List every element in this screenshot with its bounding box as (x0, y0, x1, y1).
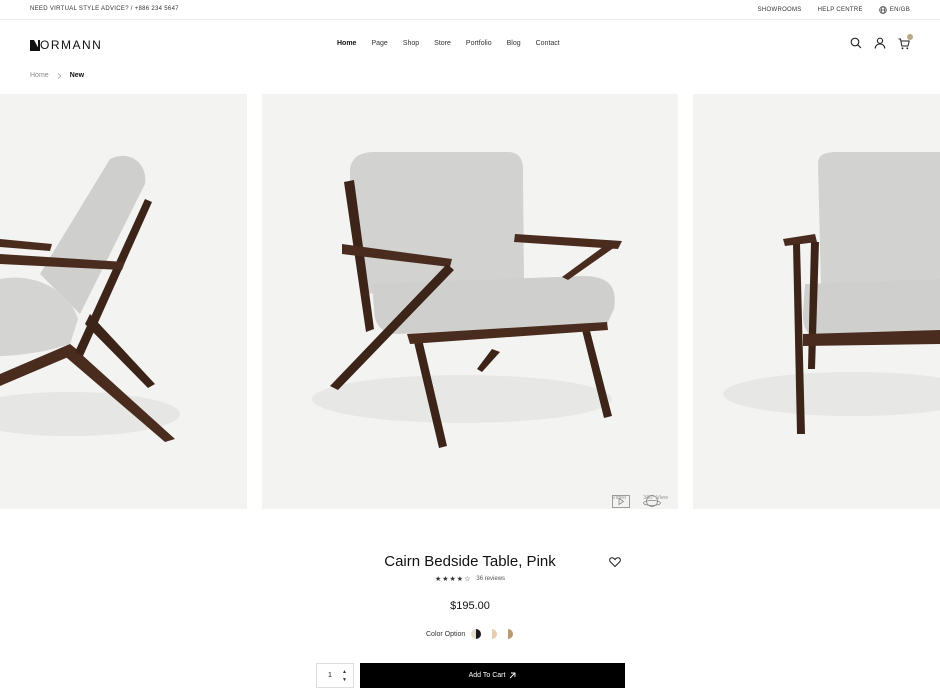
nav-portfolio[interactable]: Portfolio (466, 40, 492, 47)
color-swatch-tan[interactable] (503, 629, 514, 639)
logo[interactable]: ORMANN (30, 38, 102, 52)
play-icon (612, 495, 630, 508)
breadcrumb-current: New (69, 72, 85, 79)
chair-image (312, 152, 622, 448)
star-filled-icon: ★ (434, 576, 442, 583)
chair-image (723, 152, 940, 434)
color-options: Color Option (426, 629, 514, 639)
star-filled-icon: ★ (456, 576, 464, 583)
nav-page[interactable]: Page (371, 40, 387, 47)
star-empty-icon: ☆ (464, 576, 471, 583)
search-icon[interactable] (850, 37, 862, 49)
nav-contact[interactable]: Contact (536, 40, 560, 47)
nav-home[interactable]: Home (337, 40, 356, 47)
quantity-increment-icon[interactable]: ▲ (342, 669, 347, 675)
cart-button[interactable] (898, 34, 913, 50)
view-360-button[interactable]: 360° View (643, 495, 668, 507)
gallery-image-next[interactable] (693, 94, 940, 509)
chair-image (0, 155, 180, 442)
globe-icon (879, 6, 887, 14)
header-actions (850, 34, 913, 50)
user-icon[interactable] (874, 37, 886, 49)
360-view-icon (643, 495, 662, 507)
add-to-cart-button[interactable]: Add To Cart (360, 663, 625, 688)
star-filled-icon: ★ (449, 576, 456, 583)
logo-mark-icon (30, 39, 40, 51)
heart-icon[interactable] (609, 556, 621, 568)
top-bar: NEED VIRTUAL STYLE ADVICE? / +886 234 56… (0, 0, 940, 20)
star-filled-icon: ★ (442, 576, 449, 583)
showrooms-link[interactable]: SHOWROOMS (758, 7, 802, 13)
nav-blog[interactable]: Blog (507, 40, 521, 47)
main-nav: Home Page Shop Store Portfolio Blog Cont… (337, 40, 575, 47)
arrow-up-right-icon (510, 672, 516, 679)
nav-store[interactable]: Store (434, 40, 451, 47)
style-advice-text: NEED VIRTUAL STYLE ADVICE? / +886 234 56… (30, 6, 179, 12)
help-centre-link[interactable]: HELP CENTRE (818, 7, 863, 13)
color-option-label: Color Option (426, 630, 466, 638)
review-count[interactable]: 36 reviews (476, 576, 505, 582)
quantity-value[interactable]: 1 (328, 672, 332, 679)
nav-shop[interactable]: Shop (403, 40, 419, 47)
gallery-image-main[interactable]: Video 360° View (262, 94, 678, 509)
rating-stars: ★ ★ ★ ★ ☆ (435, 575, 470, 583)
video-button[interactable]: Video (612, 495, 630, 508)
color-swatch-beige[interactable] (487, 629, 498, 639)
color-swatch-black[interactable] (471, 629, 482, 639)
product-title: Cairn Bedside Table, Pink (384, 553, 556, 570)
quantity-stepper[interactable]: 1 ▲ ▼ (316, 663, 354, 688)
language-selector[interactable]: EN/GB (879, 6, 910, 14)
language-label: EN/GB (889, 7, 910, 13)
cart-badge (907, 34, 913, 40)
gallery-image-prev[interactable] (0, 94, 247, 509)
top-bar-links: SHOWROOMS HELP CENTRE EN/GB (758, 6, 910, 14)
logo-text: ORMANN (40, 38, 103, 52)
product-rating: ★ ★ ★ ★ ☆ 36 reviews (0, 575, 940, 583)
breadcrumb-home[interactable]: Home (30, 72, 49, 79)
add-to-cart-label: Add To Cart (468, 672, 506, 679)
site-header: ORMANN Home Page Shop Store Portfolio Bl… (0, 20, 940, 68)
breadcrumb: Home New (30, 72, 84, 79)
product-price: $195.00 (450, 600, 490, 612)
chevron-right-icon (57, 72, 62, 79)
quantity-decrement-icon[interactable]: ▼ (342, 677, 347, 683)
